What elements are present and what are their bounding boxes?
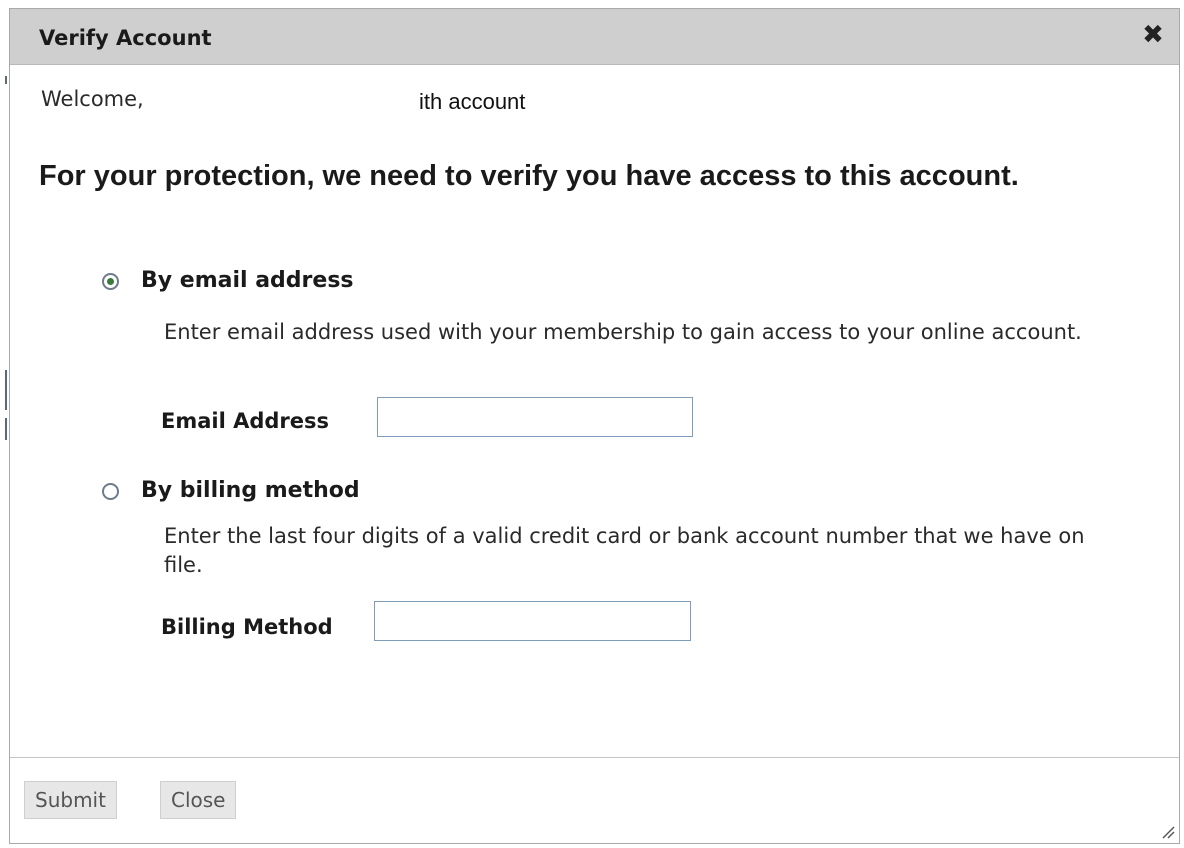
email-address-input[interactable] (377, 397, 693, 437)
close-button[interactable]: Close (160, 781, 237, 819)
email-address-label: Email Address (161, 409, 330, 433)
footer-divider (10, 757, 1179, 758)
background-window-edge (0, 0, 9, 848)
billing-method-input[interactable] (374, 601, 691, 641)
edge-mark (5, 76, 7, 84)
dialog-titlebar[interactable]: Verify Account ✖ (10, 9, 1179, 65)
verify-account-dialog: Verify Account ✖ Welcome, ith account Fo… (9, 8, 1180, 844)
welcome-account-text: ith account (419, 89, 526, 114)
billing-radio[interactable] (102, 483, 119, 500)
close-icon[interactable]: ✖ (1137, 19, 1169, 51)
email-radio[interactable] (102, 273, 119, 290)
edge-mark (5, 418, 7, 440)
email-option-description: Enter email address used with your membe… (164, 320, 1082, 344)
radio-selected-dot (107, 278, 114, 285)
welcome-text: Welcome, (41, 87, 144, 111)
dialog-title: Verify Account (39, 26, 212, 50)
resize-grip-icon[interactable] (1159, 823, 1175, 839)
billing-option-label[interactable]: By billing method (141, 478, 360, 503)
billing-method-label: Billing Method (161, 615, 333, 639)
billing-option-description: Enter the last four digits of a valid cr… (164, 524, 1085, 577)
edge-mark (5, 370, 7, 410)
submit-button[interactable]: Submit (24, 781, 117, 819)
page-heading: For your protection, we need to verify y… (39, 160, 1019, 192)
email-option-label[interactable]: By email address (141, 268, 354, 293)
